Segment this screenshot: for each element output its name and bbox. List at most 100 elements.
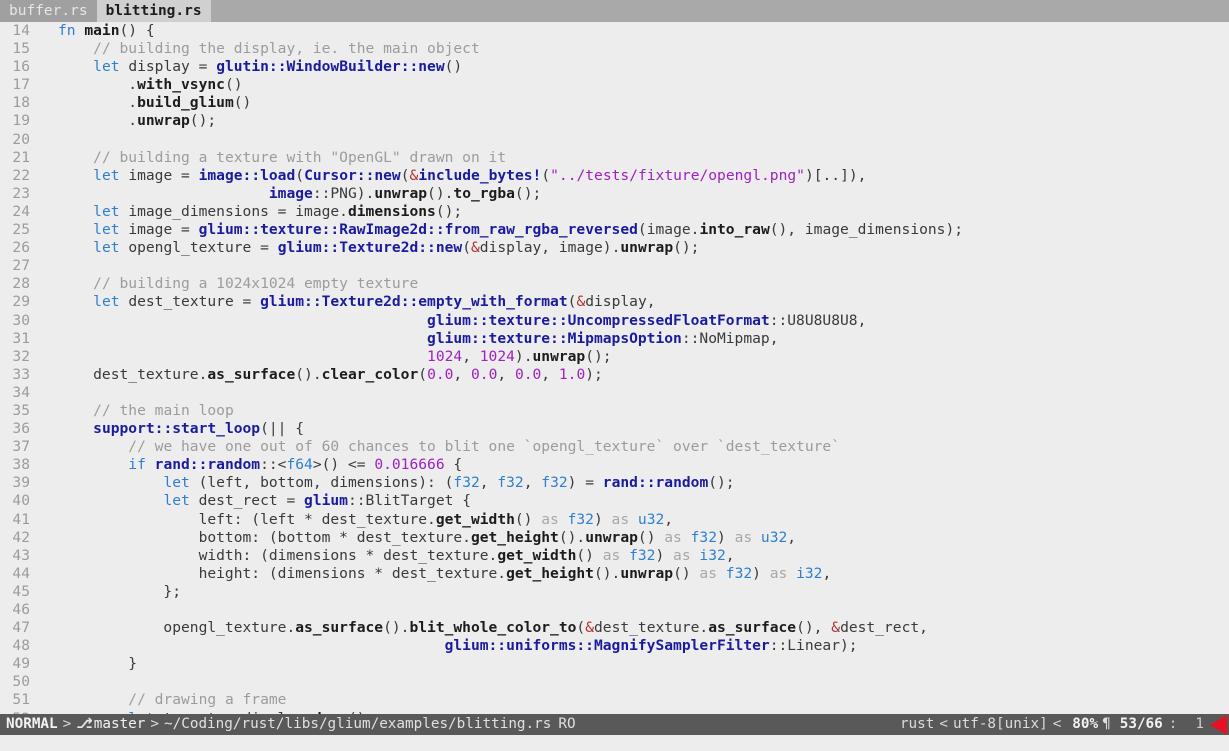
code-line[interactable]: 23 image::PNG).unwrap().to_rgba(); [0,185,1229,203]
token-ty: u32 [637,510,665,528]
line-number: 37 [12,438,30,456]
code-editor-area[interactable]: 14 fn main() {15 // building the display,… [0,22,1229,714]
code-line[interactable]: 47 opengl_texture.as_surface().blit_whol… [0,619,1229,637]
line-number: 16 [12,58,30,76]
token-pl: ( [462,239,471,257]
token-fn: get_width [497,546,577,564]
code-text: image::PNG).unwrap().to_rgba(); [46,185,1229,203]
code-line[interactable]: 38 if rand::random::<f64>() <= 0.016666 … [0,456,1229,474]
token-pl: display = [128,58,217,76]
code-line[interactable]: 19 .unwrap(); [0,112,1229,130]
code-line[interactable]: 28 // building a 1024x1024 empty texture [0,275,1229,293]
token-pl: (); [348,710,374,714]
branch-icon: ⎇ [76,716,93,732]
code-line[interactable]: 27 [0,257,1229,275]
token-as: as [664,528,691,546]
code-line[interactable]: 18 .build_glium() [0,94,1229,112]
code-line[interactable]: 14 fn main() { [0,22,1229,40]
code-text: width: (dimensions * dest_texture.get_wi… [46,547,1229,565]
code-line[interactable]: 52 let target = display.draw(); [0,710,1229,714]
code-line[interactable]: 29 let dest_texture = glium::Texture2d::… [0,293,1229,311]
code-text: } [46,655,1229,673]
code-line[interactable]: 21 // building a texture with "OpenGL" d… [0,149,1229,167]
token-num: 1024 [479,347,515,365]
code-line[interactable]: 42 bottom: (bottom * dest_texture.get_he… [0,529,1229,547]
code-line[interactable]: 32 1024, 1024).unwrap(); [0,348,1229,366]
code-line[interactable]: 26 let opengl_texture = glium::Texture2d… [0,239,1229,257]
status-separator-1: > [62,716,72,732]
code-line[interactable]: 36 support::start_loop(|| { [0,420,1229,438]
code-line[interactable]: 39 let (left, bottom, dimensions): (f32,… [0,474,1229,492]
tab-buffer-rs[interactable]: buffer.rs [0,0,97,22]
token-fn: as_surface [207,365,296,383]
token-cm: // building a 1024x1024 empty texture [93,275,419,293]
token-k: let [93,166,129,184]
code-line[interactable]: 33 dest_texture.as_surface().clear_color… [0,366,1229,384]
code-line[interactable]: 37 // we have one out of 60 chances to b… [0,438,1229,456]
token-pl: left: (left * dest_texture. [58,510,436,528]
tab-bar-filler [210,0,1229,22]
code-line[interactable]: 35 // the main loop [0,402,1229,420]
line-number: 22 [12,166,30,184]
code-text: .build_glium() [46,94,1229,112]
token-pl: height: (dimensions * dest_texture. [58,564,507,582]
line-number: 32 [12,347,30,365]
code-line[interactable]: 34 [0,384,1229,402]
code-text: let dest_texture = glium::Texture2d::emp… [46,293,1229,311]
token-pl: ::BlitTarget { [347,492,471,510]
code-line[interactable]: 15 // building the display, ie. the main… [0,40,1229,58]
token-pl: (); [189,112,217,130]
token-num: 1024 [427,347,463,365]
command-line[interactable] [0,735,1229,751]
gutter [34,40,46,58]
gutter [34,547,46,565]
token-ty: f32 [453,474,480,492]
gutter [34,511,46,529]
code-line[interactable]: 44 height: (dimensions * dest_texture.ge… [0,565,1229,583]
status-file-path: ~/Coding/rust/libs/glium/examples/blitti… [164,716,552,732]
token-ty: f32 [567,510,594,528]
token-ty: i32 [796,564,823,582]
token-pl: (); [435,202,463,220]
code-line[interactable]: 24 let image_dimensions = image.dimensio… [0,203,1229,221]
code-line[interactable]: 41 left: (left * dest_texture.get_width(… [0,511,1229,529]
code-line[interactable]: 20 [0,131,1229,149]
token-kb: image [268,184,313,202]
code-line[interactable]: 46 [0,601,1229,619]
token-pl: dest_texture. [594,619,709,637]
token-kb: glium [304,492,348,510]
gutter [34,149,46,167]
code-line[interactable]: 31 glium::texture::MipmapsOption::NoMipm… [0,330,1229,348]
line-number: 45 [12,582,30,600]
token-fn: build_glium [137,94,234,112]
token-pl: ( [576,619,586,637]
tab-blitting-rs[interactable]: blitting.rs [96,0,211,22]
gutter [34,601,46,619]
code-line[interactable]: 16 let display = glutin::WindowBuilder::… [0,58,1229,76]
token-pl: ) [593,510,612,528]
code-line[interactable]: 51 // drawing a frame [0,691,1229,709]
code-line[interactable]: 40 let dest_rect = glium::BlitTarget { [0,492,1229,510]
gutter [34,330,46,348]
code-line[interactable]: 50 [0,673,1229,691]
token-as: as [734,528,761,546]
code-line[interactable]: 17 .with_vsync() [0,76,1229,94]
line-number: 49 [12,655,30,673]
code-line[interactable]: 45 }; [0,583,1229,601]
code-line[interactable]: 43 width: (dimensions * dest_texture.get… [0,547,1229,565]
code-text: // building a 1024x1024 empty texture [46,275,1229,293]
code-line[interactable]: 30 glium::texture::UncompressedFloatForm… [0,312,1229,330]
token-num: 0.0 [514,365,542,383]
code-line[interactable]: 25 let image = glium::texture::RawImage2… [0,221,1229,239]
code-line[interactable]: 49 } [0,655,1229,673]
status-right-group: rust < utf-8[unix] < 80% ¶ 53/66 : 1 [900,714,1229,735]
token-pl: ::Linear); [769,637,858,655]
code-line[interactable]: 48 glium::uniforms::MagnifySamplerFilter… [0,637,1229,655]
code-line[interactable]: 22 let image = image::load(Cursor::new(&… [0,167,1229,185]
token-fn: unwrap [585,528,638,546]
